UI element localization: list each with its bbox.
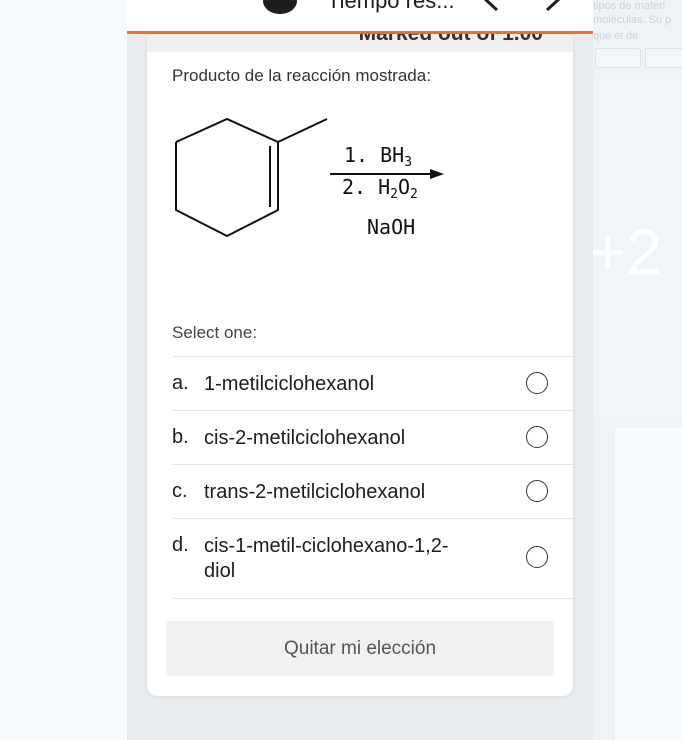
radio-button[interactable] (526, 426, 548, 448)
timer-icon[interactable] (263, 0, 297, 14)
reagent-step-2: H (378, 175, 390, 199)
background-number: +2 (589, 216, 662, 288)
option-d[interactable]: d. cis-1-metil-ciclohexano-1,2-diol (172, 519, 574, 599)
background-text: que el de (593, 30, 639, 42)
chevron-right-icon[interactable] (539, 0, 569, 16)
option-text: cis-2-metilciclohexanol (204, 427, 406, 449)
marked-label: Marked out of 1.00 (359, 34, 543, 46)
reagent-step-2-num: 2. (342, 175, 378, 199)
top-bar: Tiempo res... (127, 0, 593, 34)
reagent-step-1: BH (380, 143, 404, 167)
quiz-window: Tiempo res... Marked out of 1.00 Product… (127, 0, 593, 740)
background-input (645, 48, 682, 68)
chevron-left-icon[interactable] (475, 0, 505, 16)
option-letter: b. (172, 426, 189, 448)
option-text: trans-2-metilciclohexanol (204, 481, 426, 503)
reagent-step-1-num: 1. (344, 143, 380, 167)
select-one-label: Select one: (172, 323, 258, 342)
svg-text:1. BH3: 1. BH3 (344, 143, 412, 170)
background-text: tipos de materi (593, 0, 666, 12)
reagent-step-2-sub: 2 (410, 187, 418, 202)
reagent-step-2-sub: 2 (390, 187, 398, 202)
clear-choice-button[interactable]: Quitar mi elección (166, 621, 554, 676)
answer-options: a. 1-metilciclohexanol b. cis-2-metilcic… (172, 356, 574, 599)
option-letter: c. (172, 480, 188, 502)
methylcyclohexene-structure (175, 117, 328, 238)
radio-button[interactable] (526, 546, 548, 568)
background-panel (615, 428, 682, 740)
arrow-head (430, 169, 444, 179)
question-prompt: Producto de la reacción mostrada: (172, 66, 431, 85)
option-a[interactable]: a. 1-metilciclohexanol (172, 357, 574, 411)
radio-button[interactable] (526, 372, 548, 394)
option-text: 1-metilciclohexanol (204, 373, 375, 395)
option-letter: a. (172, 372, 189, 394)
reagent-step-1-sub: 3 (404, 155, 412, 170)
option-letter: d. (172, 534, 189, 556)
reagent-step-2-o: O (398, 175, 410, 199)
background-text: moléculas. Su p (593, 14, 672, 26)
background-page: tipos de materi moléculas. Su p que el d… (586, 0, 682, 740)
option-text: cis-1-metil-ciclohexano-1,2-diol (204, 535, 449, 582)
marked-out-of: Marked out of 1.00 (147, 34, 573, 52)
option-c[interactable]: c. trans-2-metilciclohexanol (172, 465, 574, 519)
background-select (595, 48, 641, 68)
option-b[interactable]: b. cis-2-metilciclohexanol (172, 411, 574, 465)
question-card: Marked out of 1.00 Producto de la reacci… (147, 34, 574, 696)
reagent-base: NaOH (367, 215, 415, 239)
svg-text:2. H2O2: 2. H2O2 (342, 175, 418, 202)
radio-button[interactable] (526, 480, 548, 502)
reaction-scheme: 1. BH3 2. H2O2 NaOH (175, 117, 444, 239)
timer-label: Tiempo res... (327, 0, 455, 13)
